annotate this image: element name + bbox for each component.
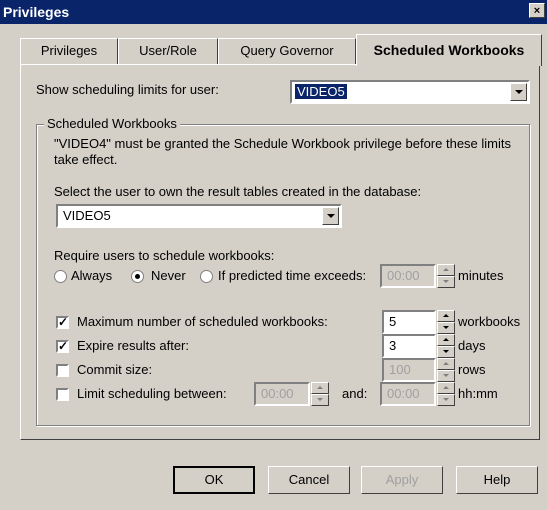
predicted-time-input[interactable]: 00:00 bbox=[380, 264, 436, 288]
between-start-spinner[interactable] bbox=[311, 382, 329, 406]
spin-down-icon[interactable] bbox=[437, 322, 455, 334]
spin-down-icon[interactable] bbox=[437, 276, 455, 288]
apply-button[interactable]: Apply bbox=[361, 466, 443, 494]
show-limits-value: VIDEO5 bbox=[295, 84, 347, 99]
limit-between-checkbox[interactable] bbox=[56, 388, 69, 401]
between-end-input[interactable]: 00:00 bbox=[380, 382, 436, 406]
help-button[interactable]: Help bbox=[456, 466, 538, 494]
chevron-down-icon[interactable] bbox=[510, 83, 527, 101]
max-workbooks-spinner[interactable] bbox=[437, 310, 455, 334]
show-limits-dropdown[interactable]: VIDEO5 bbox=[290, 80, 530, 104]
ok-button[interactable]: OK bbox=[173, 466, 255, 494]
tab-user-role[interactable]: User/Role bbox=[118, 38, 218, 64]
between-end-spinner[interactable] bbox=[437, 382, 455, 406]
privilege-notice: "VIDEO4" must be granted the Schedule Wo… bbox=[54, 136, 511, 167]
max-workbooks-unit: workbooks bbox=[458, 314, 521, 329]
show-limits-label: Show scheduling limits for user: bbox=[36, 82, 219, 97]
max-workbooks-checkbox[interactable]: ✓ bbox=[56, 316, 69, 329]
max-workbooks-label: Maximum number of scheduled workbooks: bbox=[77, 314, 328, 329]
expire-results-label: Expire results after: bbox=[77, 338, 189, 353]
spin-down-icon[interactable] bbox=[311, 394, 329, 406]
spin-up-icon[interactable] bbox=[437, 334, 455, 346]
close-icon[interactable]: × bbox=[529, 3, 545, 18]
between-unit: hh:mm bbox=[458, 386, 498, 401]
expire-results-checkbox[interactable]: ✓ bbox=[56, 340, 69, 353]
radio-never-label: Never bbox=[151, 268, 186, 283]
limit-between-label: Limit scheduling between: bbox=[77, 386, 227, 401]
commit-size-label: Commit size: bbox=[77, 362, 153, 377]
between-start-input[interactable]: 00:00 bbox=[254, 382, 310, 406]
predicted-unit: minutes bbox=[458, 268, 504, 283]
owner-dropdown[interactable]: VIDEO5 bbox=[56, 204, 342, 228]
spin-up-icon[interactable] bbox=[437, 358, 455, 370]
commit-size-checkbox[interactable] bbox=[56, 364, 69, 377]
require-label: Require users to schedule workbooks: bbox=[54, 248, 275, 263]
spin-down-icon[interactable] bbox=[437, 394, 455, 406]
radio-if-predicted[interactable] bbox=[200, 270, 213, 283]
title-bar: Privileges × bbox=[0, 0, 547, 24]
spin-down-icon[interactable] bbox=[437, 346, 455, 358]
radio-if-predicted-label: If predicted time exceeds: bbox=[218, 268, 367, 283]
spin-up-icon[interactable] bbox=[437, 264, 455, 276]
tab-privileges[interactable]: Privileges bbox=[20, 38, 118, 64]
spin-up-icon[interactable] bbox=[437, 310, 455, 322]
radio-never[interactable] bbox=[131, 270, 144, 283]
commit-size-input[interactable]: 100 bbox=[382, 358, 436, 382]
owner-value: VIDEO5 bbox=[63, 208, 111, 223]
expire-results-input[interactable]: 3 bbox=[382, 334, 436, 358]
window-title: Privileges bbox=[3, 4, 70, 20]
commit-size-spinner[interactable] bbox=[437, 358, 455, 382]
cancel-button[interactable]: Cancel bbox=[268, 466, 350, 494]
spin-up-icon[interactable] bbox=[437, 382, 455, 394]
tab-query-governor[interactable]: Query Governor bbox=[218, 38, 356, 64]
radio-always-label: Always bbox=[71, 268, 113, 283]
predicted-time-spinner[interactable] bbox=[437, 264, 455, 288]
owner-label: Select the user to own the result tables… bbox=[54, 184, 422, 199]
radio-always[interactable] bbox=[54, 270, 67, 283]
tab-scheduled-workbooks[interactable]: Scheduled Workbooks bbox=[356, 34, 542, 66]
expire-results-unit: days bbox=[458, 338, 486, 353]
between-and-label: and: bbox=[342, 386, 368, 401]
max-workbooks-input[interactable]: 5 bbox=[382, 310, 436, 334]
group-title: Scheduled Workbooks bbox=[44, 116, 180, 131]
spin-down-icon[interactable] bbox=[437, 370, 455, 382]
chevron-down-icon[interactable] bbox=[322, 207, 339, 225]
commit-size-unit: rows bbox=[458, 362, 486, 377]
expire-results-spinner[interactable] bbox=[437, 334, 455, 358]
spin-up-icon[interactable] bbox=[311, 382, 329, 394]
